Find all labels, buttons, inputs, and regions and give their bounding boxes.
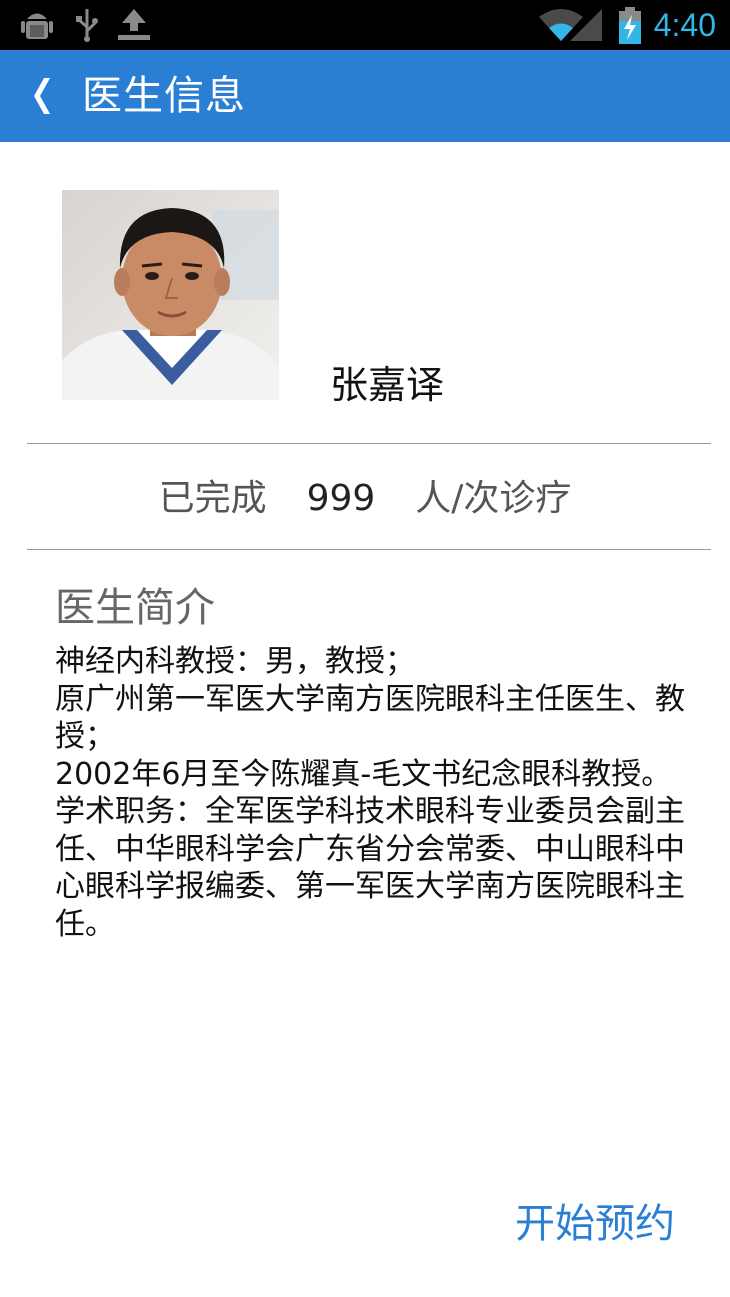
stats-suffix: 人/次诊疗 <box>415 478 572 519</box>
intro-body: 神经内科教授：男，教授； 原广州第一军医大学南方医院眼科主任医生、教授； 200… <box>55 644 685 942</box>
doctor-name: 张嘉译 <box>330 363 445 407</box>
app-bar: 医生信息 <box>0 50 730 142</box>
divider <box>27 443 711 444</box>
back-button[interactable] <box>26 70 66 122</box>
stats-count: 999 <box>306 478 376 519</box>
android-debug-icon <box>20 7 54 47</box>
status-time: 4:40 <box>653 7 716 43</box>
battery-charging-icon <box>618 7 642 49</box>
divider <box>27 549 711 550</box>
start-booking-button[interactable]: 开始预约 <box>515 1196 675 1252</box>
chevron-left-icon <box>34 78 50 114</box>
cell-signal-icon <box>568 7 604 47</box>
doctor-avatar <box>62 190 279 400</box>
page-title: 医生信息 <box>82 73 246 119</box>
status-bar: 4:40 <box>0 0 730 50</box>
stats-prefix: 已完成 <box>158 478 267 519</box>
upload-icon <box>116 7 152 47</box>
usb-icon <box>74 7 100 47</box>
intro-heading: 医生简介 <box>55 585 215 631</box>
consultation-stats: 已完成 999 人/次诊疗 <box>0 472 730 526</box>
